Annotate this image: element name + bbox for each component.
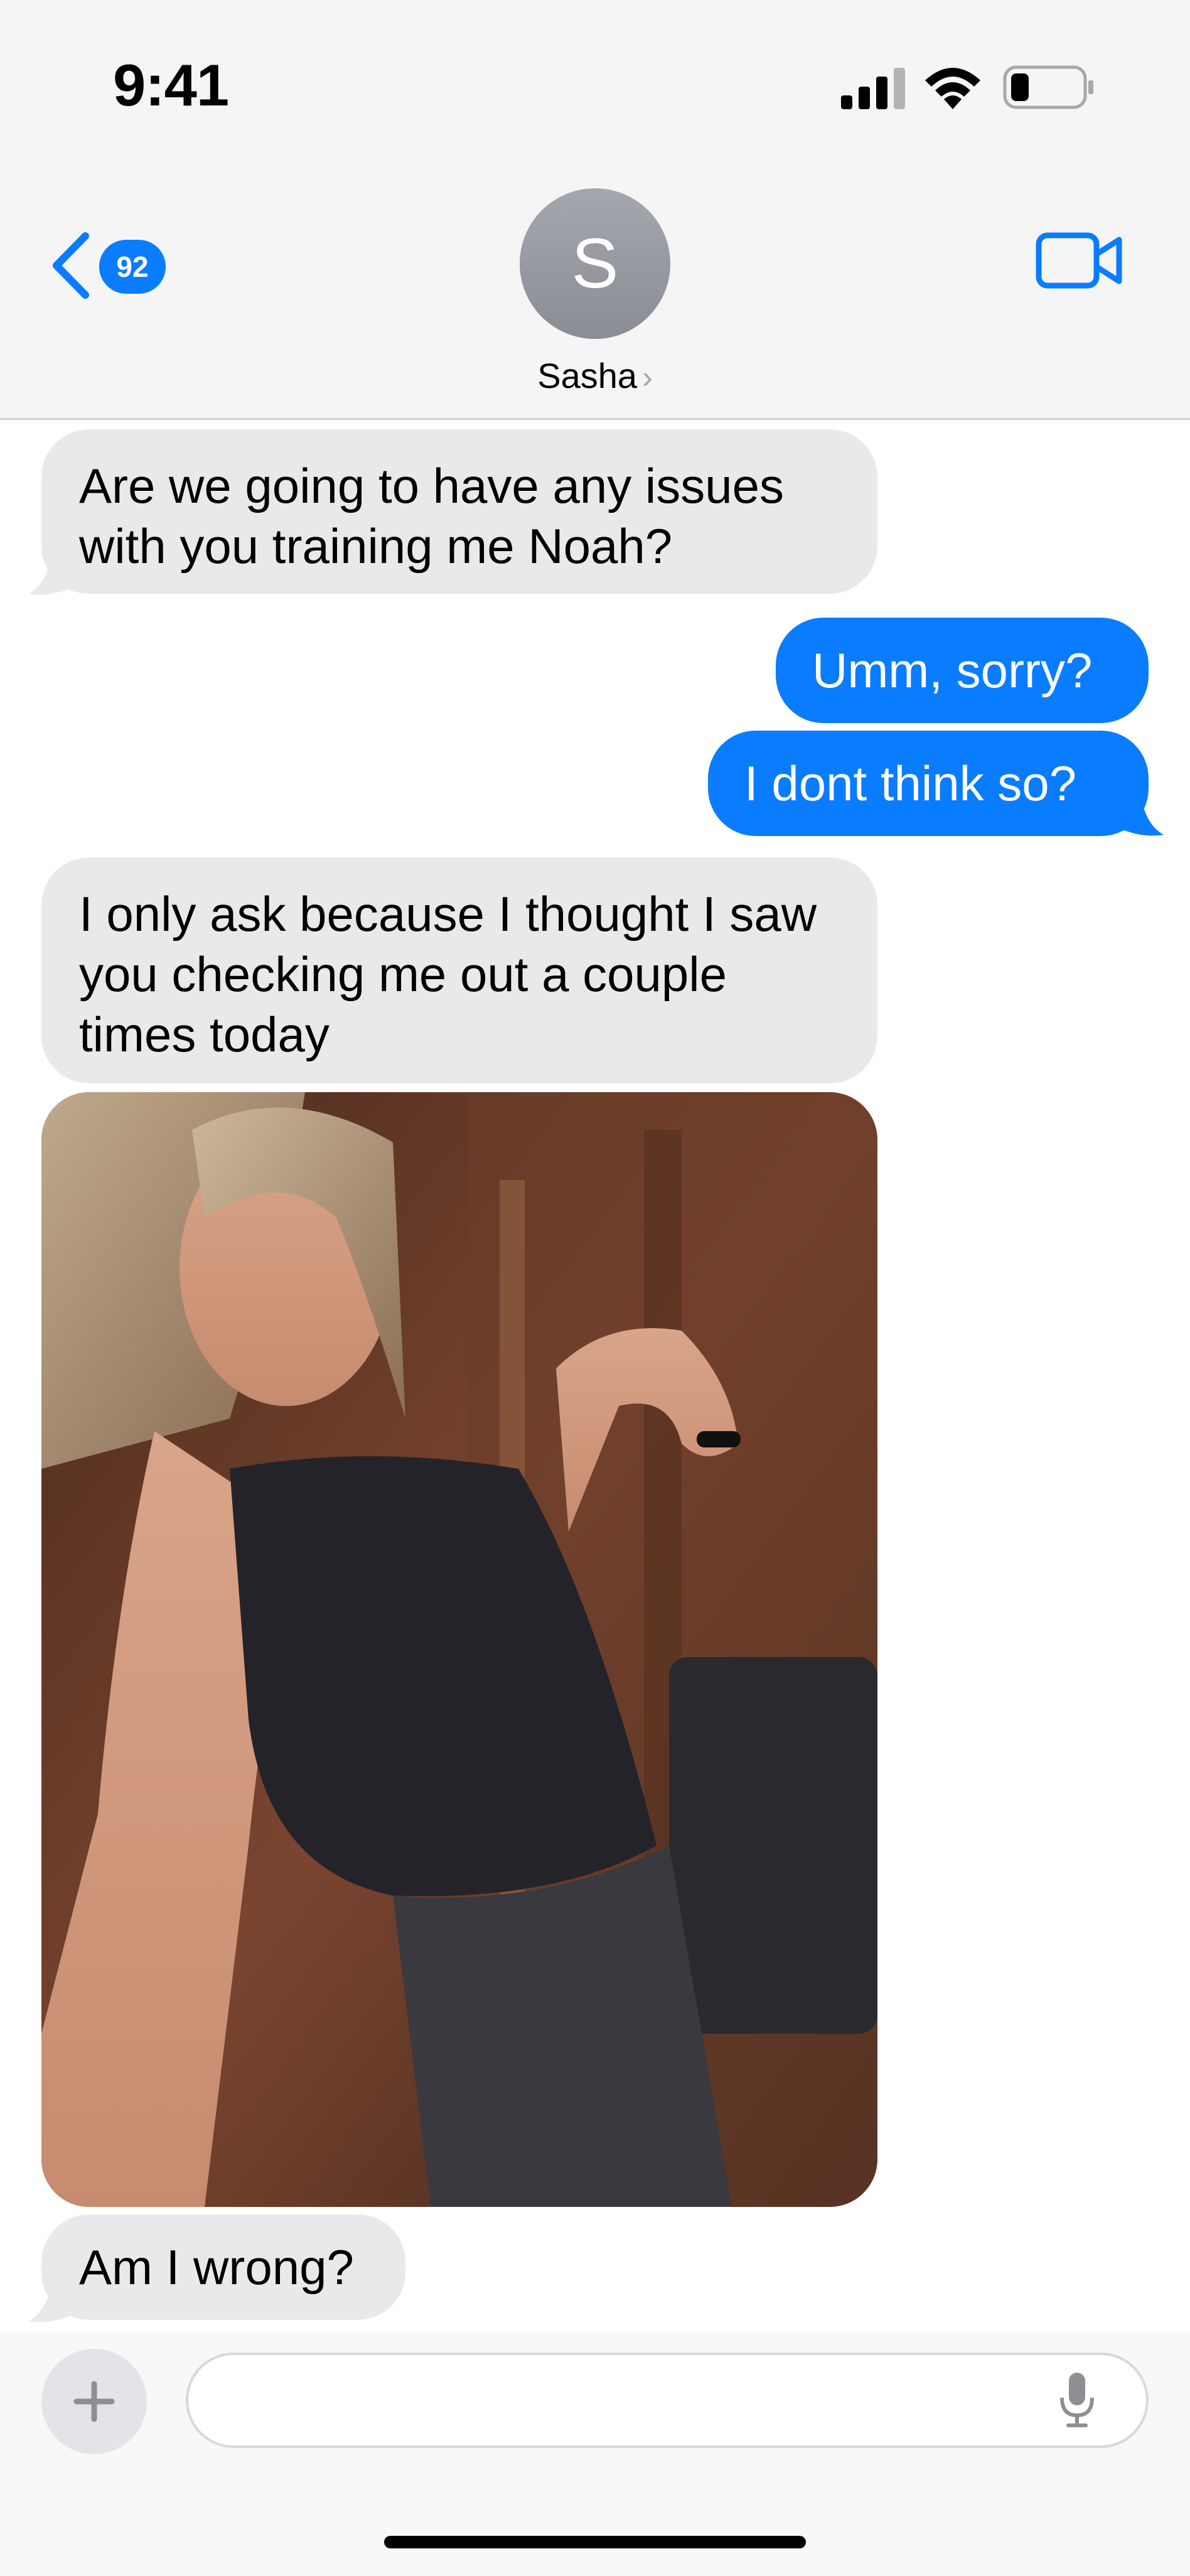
message-bubble-sent[interactable]: I dont think so?	[708, 731, 1149, 836]
message-bubble-received[interactable]: Are we going to have any issues with you…	[41, 429, 877, 594]
message-photo[interactable]	[41, 1092, 877, 2207]
battery-icon	[1003, 65, 1093, 109]
chevron-right-icon: ›	[642, 360, 653, 395]
microphone-icon[interactable]	[1058, 2370, 1096, 2430]
status-bar: 9:41	[0, 0, 1190, 163]
conversation-header: 92 S Sasha ›	[0, 163, 1190, 420]
plus-icon	[73, 2381, 115, 2422]
message-bubble-received[interactable]: Am I wrong?	[41, 2214, 405, 2320]
clock-time: 9:41	[113, 52, 229, 118]
contact-name-label[interactable]: Sasha	[537, 356, 637, 395]
add-attachment-button[interactable]	[41, 2349, 147, 2454]
message-bubble-sent[interactable]: Umm, sorry?	[776, 618, 1149, 723]
avatar[interactable]: S	[520, 188, 670, 339]
chevron-left-icon[interactable]	[49, 231, 93, 300]
message-bubble-received[interactable]: I only ask because I thought I saw you c…	[41, 857, 877, 1083]
home-indicator[interactable]	[384, 2536, 806, 2548]
message-input[interactable]	[186, 2353, 1149, 2448]
contact-name[interactable]: Sasha ›	[0, 355, 1190, 396]
cellular-signal-icon	[841, 68, 905, 109]
photo-image	[41, 1092, 877, 2207]
unread-count-badge[interactable]: 92	[99, 240, 166, 294]
wifi-icon	[925, 68, 980, 109]
video-camera-icon[interactable]	[1036, 232, 1123, 289]
